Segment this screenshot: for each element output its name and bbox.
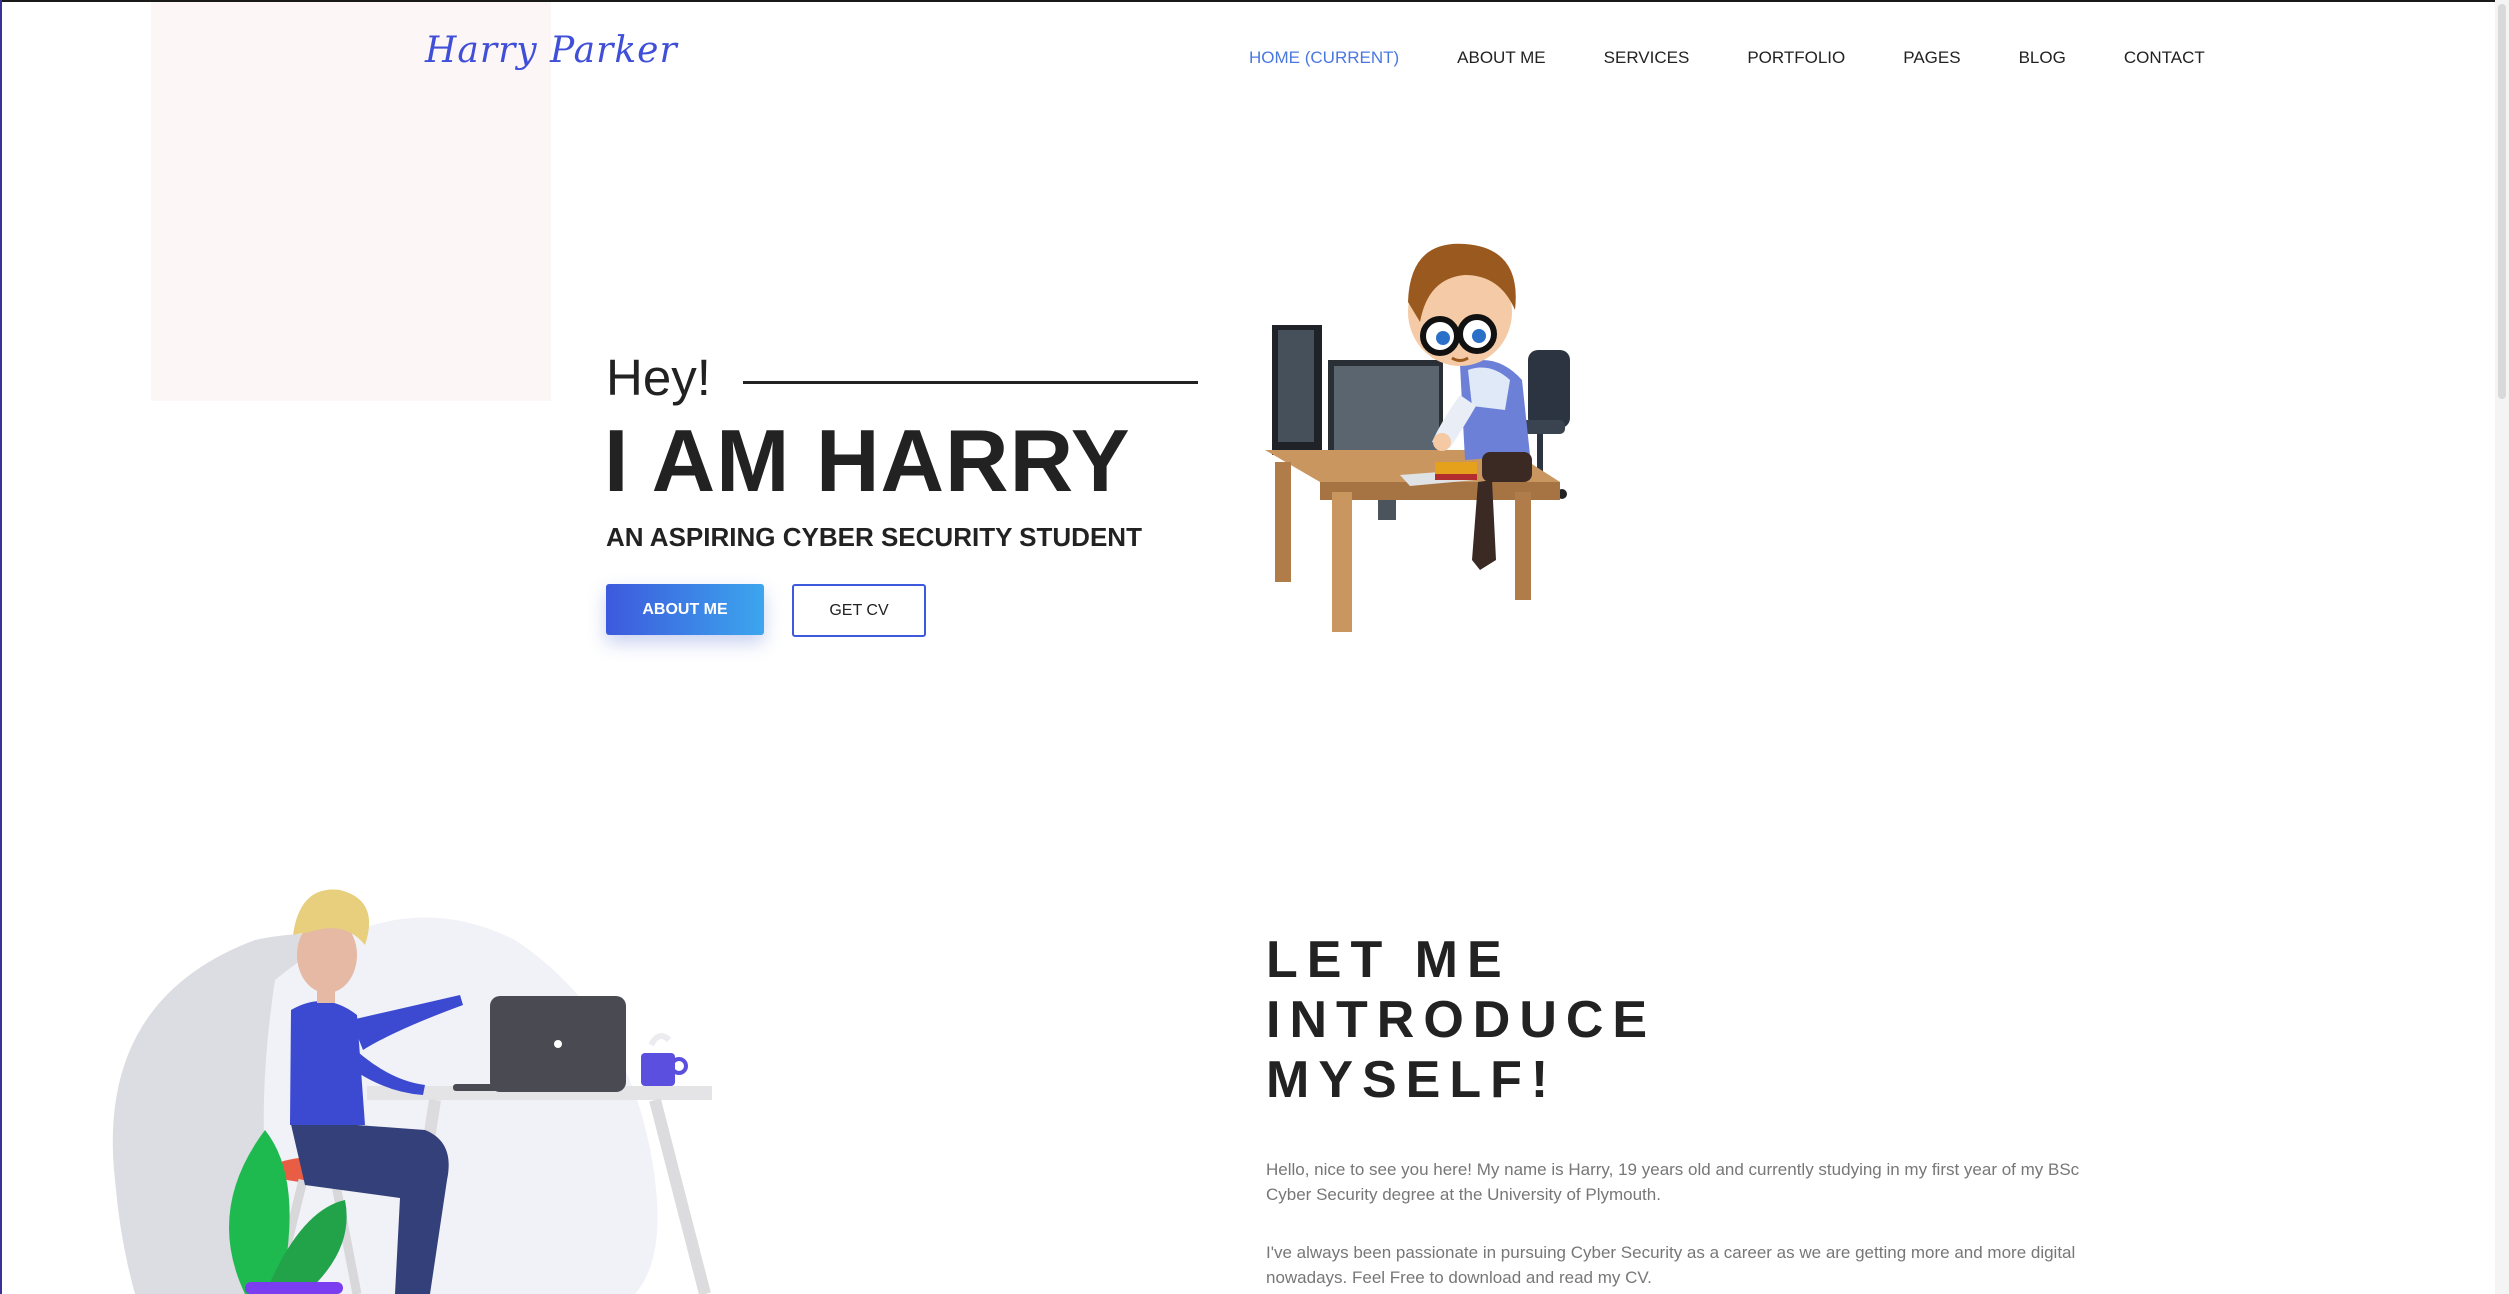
nav-item-about-me[interactable]: ABOUT ME (1457, 48, 1545, 68)
intro-heading-line: INTRODUCE (1266, 991, 1657, 1049)
nav-item-contact[interactable]: CONTACT (2124, 48, 2205, 68)
about-me-button[interactable]: ABOUT ME (606, 584, 764, 635)
nav-item-services[interactable]: SERVICES (1604, 48, 1690, 68)
nav-item-blog[interactable]: BLOG (2019, 48, 2066, 68)
intro-paragraph-1: Hello, nice to see you here! My name is … (1266, 1160, 2080, 1204)
scrollbar-thumb[interactable] (2498, 4, 2506, 399)
get-cv-button[interactable]: GET CV (792, 584, 926, 637)
intro-heading: LET ME INTRODUCE MYSELF! (1266, 930, 1656, 1110)
hero-greeting-row: Hey! (606, 348, 1198, 407)
developer-at-desk-illustration-icon (1265, 243, 1570, 632)
intro-heading-line: LET ME (1266, 931, 1511, 989)
scrollbar[interactable] (2495, 0, 2509, 1294)
nav-item-home[interactable]: HOME (CURRENT) (1249, 48, 1399, 68)
window-frame-left (0, 0, 2, 1294)
site-logo[interactable]: Harry Parker (425, 30, 678, 71)
hero-greeting: Hey! (606, 349, 711, 406)
nav-item-portfolio[interactable]: PORTFOLIO (1747, 48, 1845, 68)
person-with-laptop-illustration-icon (112, 889, 712, 1294)
hero-tagline: AN ASPIRING CYBER SECURITY STUDENT (606, 522, 1142, 552)
hero-name-heading: I AM HARRY (604, 411, 1131, 510)
nav-item-pages[interactable]: PAGES (1903, 48, 1960, 68)
hero-greeting-divider (742, 381, 1198, 384)
intro-heading-line: MYSELF! (1266, 1051, 1558, 1109)
intro-paragraph-2: I've always been passionate in pursuing … (1266, 1243, 2076, 1287)
main-nav: HOME (CURRENT) ABOUT ME SERVICES PORTFOL… (1249, 48, 2205, 68)
